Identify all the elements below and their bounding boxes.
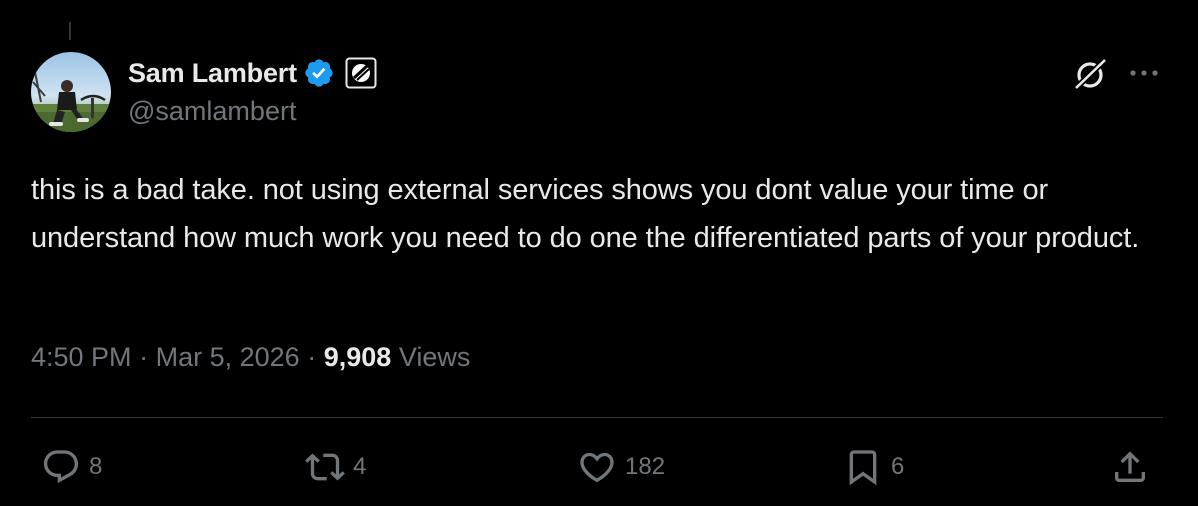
heart-icon <box>580 452 614 483</box>
tweet-time[interactable]: 4:50 PM <box>31 342 132 372</box>
grok-icon[interactable] <box>1068 52 1112 96</box>
repost-button[interactable]: 4 <box>305 446 366 488</box>
affiliate-badge-icon[interactable] <box>345 57 377 89</box>
tweet-metadata: 4:50 PM · Mar 5, 2026 · 9,908 Views <box>31 342 470 373</box>
more-icon[interactable] <box>1124 56 1164 90</box>
avatar-image <box>31 52 111 132</box>
thread-connector-line <box>69 22 71 40</box>
repost-count: 4 <box>353 453 367 480</box>
views-label: Views <box>398 342 471 372</box>
bookmark-icon <box>849 450 877 486</box>
reply-button[interactable]: 8 <box>41 446 102 488</box>
bookmark-button[interactable]: 6 <box>843 446 904 488</box>
verified-badge-icon[interactable] <box>303 57 335 89</box>
tweet-date[interactable]: Mar 5, 2026 <box>156 342 300 372</box>
like-button[interactable]: 182 <box>577 446 665 488</box>
bookmark-count: 6 <box>891 453 905 480</box>
repost-icon <box>305 453 345 481</box>
divider <box>31 417 1163 418</box>
views-count: 9,908 <box>323 342 392 372</box>
reply-count: 8 <box>89 453 103 480</box>
share-button[interactable] <box>1110 446 1150 488</box>
author-handle[interactable]: @samlambert <box>128 96 296 127</box>
author-display-name[interactable]: Sam Lambert <box>128 58 297 89</box>
reply-icon <box>43 450 79 484</box>
author-name-row: Sam Lambert <box>128 56 377 90</box>
share-icon <box>1115 451 1145 482</box>
meta-separator: · <box>139 342 149 372</box>
like-count: 182 <box>625 453 666 480</box>
tweet-text: this is a bad take. not using external s… <box>31 174 1140 254</box>
meta-separator: · <box>307 342 317 372</box>
avatar[interactable] <box>31 52 111 132</box>
